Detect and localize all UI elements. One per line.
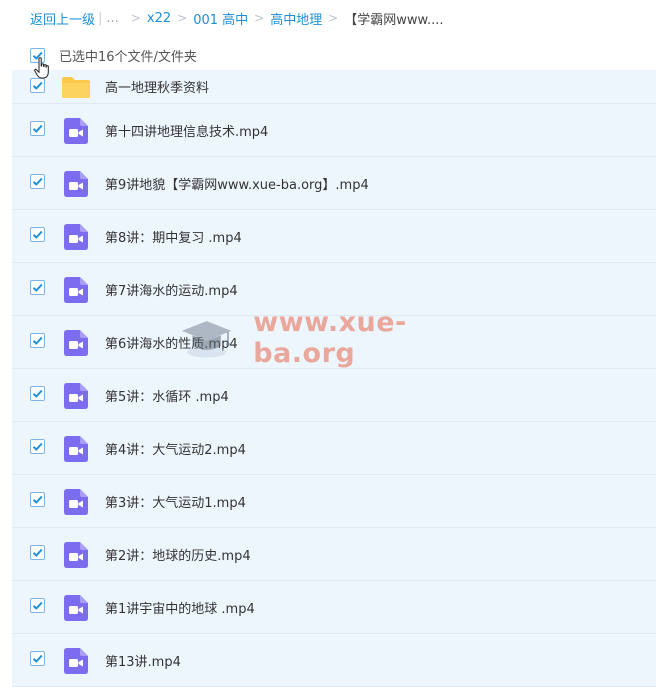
row-checkbox[interactable] — [30, 492, 45, 507]
file-row[interactable]: 第5讲：水循环 .mp4 — [12, 369, 656, 422]
row-checkbox[interactable] — [30, 78, 45, 93]
checkmark-icon — [32, 389, 43, 398]
video-file-icon — [64, 648, 88, 674]
video-file-icon — [64, 595, 88, 621]
checkmark-icon — [32, 124, 43, 133]
file-name[interactable]: 第十四讲地理信息技术.mp4 — [105, 104, 268, 156]
hand-pointer-icon — [34, 57, 49, 79]
checkmark-icon — [32, 601, 43, 610]
breadcrumb-item-geography[interactable]: 高中地理 — [270, 9, 322, 28]
video-file-icon — [64, 383, 88, 409]
video-file-icon — [64, 224, 88, 250]
file-row[interactable]: 第7讲海水的运动.mp4 — [12, 263, 656, 316]
video-file-icon — [64, 171, 88, 197]
checkmark-icon — [32, 81, 43, 90]
row-checkbox[interactable] — [30, 333, 45, 348]
checkmark-icon — [32, 442, 43, 451]
chevron-right-icon: > — [254, 11, 265, 25]
file-name[interactable]: 第8讲：期中复习 .mp4 — [105, 210, 242, 262]
row-checkbox[interactable] — [30, 280, 45, 295]
row-checkbox[interactable] — [30, 227, 45, 242]
selection-count: 已选中16个文件/文件夹 — [59, 49, 197, 65]
file-name[interactable]: 第7讲海水的运动.mp4 — [105, 263, 238, 315]
video-file-icon — [64, 118, 88, 144]
video-file-icon — [64, 436, 88, 462]
folder-row[interactable]: 高一地理秋季资料 — [12, 70, 656, 104]
file-row[interactable]: 第13讲.mp4 — [12, 634, 656, 687]
row-checkbox[interactable] — [30, 598, 45, 613]
file-name[interactable]: 第2讲：地球的历史.mp4 — [105, 528, 251, 580]
file-row[interactable]: 第6讲海水的性质.mp4 — [12, 316, 656, 369]
row-checkbox[interactable] — [30, 121, 45, 136]
video-file-icon — [64, 330, 88, 356]
file-row[interactable]: 第9讲地貌【学霸网www.xue-ba.org】.mp4 — [12, 157, 656, 210]
file-name[interactable]: 第6讲海水的性质.mp4 — [105, 316, 238, 368]
row-checkbox[interactable] — [30, 386, 45, 401]
file-name[interactable]: 高一地理秋季资料 — [105, 70, 209, 103]
checkmark-icon — [32, 654, 43, 663]
breadcrumb-item-001[interactable]: 001 高中 — [193, 9, 248, 28]
checkmark-icon — [32, 283, 43, 292]
file-row[interactable]: 第1讲宇宙中的地球 .mp4 — [12, 581, 656, 634]
file-name[interactable]: 第1讲宇宙中的地球 .mp4 — [105, 581, 255, 633]
checkmark-icon — [32, 495, 43, 504]
chevron-right-icon: > — [328, 11, 339, 25]
file-row[interactable]: 第4讲：大气运动2.mp4 — [12, 422, 656, 475]
video-file-icon — [64, 277, 88, 303]
checkmark-icon — [32, 336, 43, 345]
breadcrumb: 返回上一级 | ... > x22 > 001 高中 > 高中地理 > 【学霸网… — [30, 8, 444, 28]
file-name[interactable]: 第13讲.mp4 — [105, 634, 181, 686]
chevron-right-icon: > — [130, 11, 141, 25]
row-checkbox[interactable] — [30, 545, 45, 560]
file-name[interactable]: 第9讲地貌【学霸网www.xue-ba.org】.mp4 — [105, 157, 369, 209]
folder-icon — [62, 77, 90, 98]
select-all-bar: 已选中16个文件/文件夹 — [30, 44, 197, 66]
file-name[interactable]: 第4讲：大气运动2.mp4 — [105, 422, 246, 474]
chevron-right-icon: > — [177, 11, 188, 25]
row-checkbox[interactable] — [30, 439, 45, 454]
breadcrumb-divider: | — [98, 10, 103, 26]
breadcrumb-current: 【学霸网www.... — [344, 12, 444, 28]
file-row[interactable]: 第2讲：地球的历史.mp4 — [12, 528, 656, 581]
checkmark-icon — [32, 177, 43, 186]
row-checkbox[interactable] — [30, 174, 45, 189]
back-link[interactable]: 返回上一级 — [30, 9, 95, 28]
video-file-icon — [64, 489, 88, 515]
row-checkbox[interactable] — [30, 651, 45, 666]
checkmark-icon — [32, 230, 43, 239]
checkmark-icon — [32, 548, 43, 557]
file-row[interactable]: 第8讲：期中复习 .mp4 — [12, 210, 656, 263]
file-list: 高一地理秋季资料 第十四讲地理信息技术.mp4 第9讲地貌【学霸网www.xue-b… — [12, 70, 656, 687]
file-row[interactable]: 第十四讲地理信息技术.mp4 — [12, 104, 656, 157]
file-row[interactable]: 第3讲：大气运动1.mp4 — [12, 475, 656, 528]
breadcrumb-ellipsis[interactable]: ... — [106, 11, 118, 26]
video-file-icon — [64, 542, 88, 568]
breadcrumb-item-x22[interactable]: x22 — [147, 11, 171, 26]
file-name[interactable]: 第5讲：水循环 .mp4 — [105, 369, 229, 421]
file-name[interactable]: 第3讲：大气运动1.mp4 — [105, 475, 246, 527]
